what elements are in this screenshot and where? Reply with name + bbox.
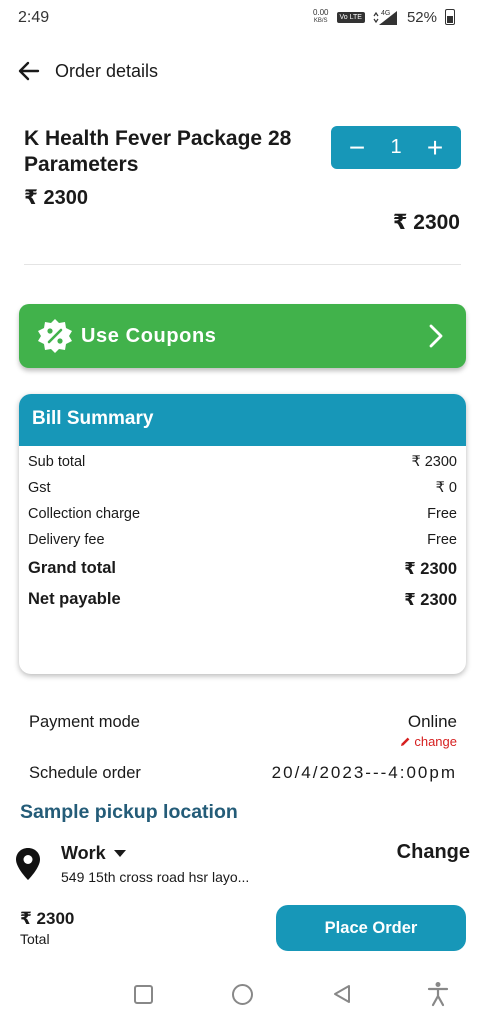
bill-row-grand-total: Grand total ₹ 2300: [28, 553, 457, 584]
bill-row-net-payable: Net payable ₹ 2300: [28, 584, 457, 615]
volte-icon: Vo LTE: [336, 11, 365, 23]
bill-row-label: Net payable: [28, 590, 121, 608]
recents-icon[interactable]: [134, 985, 153, 1004]
product-name: K Health Fever Package 28 Parameters: [24, 127, 292, 176]
bill-row-value: ₹ 2300: [404, 559, 457, 578]
network-speed-value: 0.00: [312, 8, 329, 17]
location-name: Work: [61, 843, 106, 863]
bill-row-collection-charge: Collection charge Free: [28, 501, 457, 527]
footer-total-amount: ₹ 2300: [20, 909, 75, 928]
location-name-dropdown[interactable]: Work: [61, 843, 126, 864]
status-icons: 0.00 KB/S Vo LTE 4G 52%: [313, 8, 455, 26]
home-icon[interactable]: [232, 984, 253, 1005]
nav-back-icon[interactable]: [331, 983, 353, 1005]
use-coupons-label: Use Coupons: [81, 325, 217, 347]
payment-mode-value: Online: [407, 712, 457, 731]
chevron-right-icon: [429, 324, 443, 348]
payment-change-label: change: [414, 734, 457, 749]
quantity-value: 1: [390, 136, 402, 158]
quantity-stepper: − 1 +: [331, 126, 461, 169]
status-time: 2:49: [18, 9, 50, 26]
change-location-button[interactable]: Change: [397, 841, 470, 864]
product-price: ₹ 2300: [24, 187, 88, 209]
increment-button[interactable]: +: [423, 133, 447, 162]
system-nav-bar: [0, 968, 485, 1024]
battery-icon: [445, 9, 455, 25]
place-order-button[interactable]: Place Order: [276, 905, 466, 951]
bill-row-label: Gst: [28, 480, 51, 496]
accessibility-icon[interactable]: [427, 981, 449, 1007]
bill-summary-card: Bill Summary Sub total ₹ 2300 Gst ₹ 0 Co…: [19, 394, 466, 674]
bill-row-label: Sub total: [28, 454, 86, 470]
bill-row-gst: Gst ₹ 0: [28, 475, 457, 501]
footer-total-label: Total: [20, 931, 50, 947]
back-arrow-icon[interactable]: [16, 58, 42, 84]
payment-mode-label: Payment mode: [29, 713, 140, 731]
bill-row-label: Collection charge: [28, 506, 141, 522]
bill-row-value: Free: [427, 506, 457, 522]
caret-down-icon: [113, 850, 126, 857]
bill-row-label: Grand total: [28, 559, 117, 577]
network-speed-unit: KB/S: [313, 18, 328, 24]
location-address: 549 15th cross road hsr layo...: [61, 869, 250, 885]
pencil-icon: [401, 737, 410, 746]
pickup-location-title: Sample pickup location: [20, 801, 238, 823]
product-total: ₹ 2300: [392, 211, 460, 234]
use-coupons-button[interactable]: Use Coupons: [19, 304, 466, 368]
divider: [24, 264, 461, 265]
network-speed: 0.00 KB/S: [313, 9, 329, 25]
payment-change-link[interactable]: change: [400, 734, 457, 749]
bill-summary-title: Bill Summary: [19, 394, 466, 446]
location-pin-icon: [16, 848, 40, 880]
bill-row-value: ₹ 2300: [404, 590, 457, 609]
page-title: Order details: [55, 61, 159, 81]
bill-row-label: Delivery fee: [28, 532, 105, 548]
app-header: Order details: [0, 52, 485, 92]
status-bar: 2:49 0.00 KB/S Vo LTE 4G 52%: [0, 0, 485, 36]
network-type-label: 4G: [381, 10, 390, 17]
schedule-order-value[interactable]: 20/4/2023---4:00pm: [272, 763, 457, 783]
bill-row-subtotal: Sub total ₹ 2300: [28, 449, 457, 475]
bill-row-value: ₹ 2300: [411, 454, 457, 470]
bill-row-value: ₹ 0: [435, 480, 457, 496]
discount-badge-icon: [38, 319, 72, 353]
signal-icon: 4G: [373, 10, 397, 25]
bill-rows: Sub total ₹ 2300 Gst ₹ 0 Collection char…: [19, 449, 466, 615]
battery-percent: 52%: [406, 8, 437, 26]
decrement-button[interactable]: −: [345, 133, 369, 162]
bill-row-delivery-fee: Delivery fee Free: [28, 527, 457, 553]
bill-row-value: Free: [427, 532, 457, 548]
